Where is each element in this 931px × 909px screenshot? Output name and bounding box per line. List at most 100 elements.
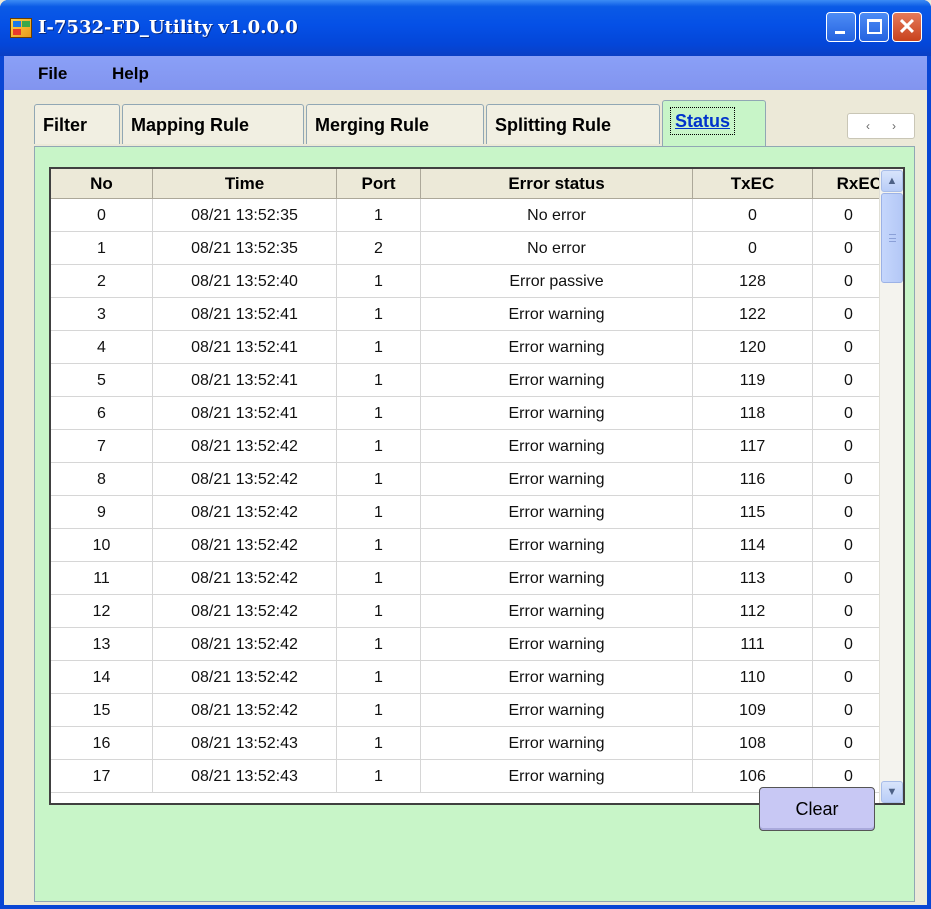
table-cell: 11 — [51, 562, 153, 595]
table-cell: 0 — [813, 397, 885, 430]
scroll-up-button[interactable]: ▲ — [881, 170, 903, 192]
table-cell: 08/21 13:52:35 — [153, 232, 337, 265]
table-row[interactable]: 3 08/21 13:52:41 1 Error warning 122 0 — [51, 298, 903, 331]
table-cell: 0 — [51, 199, 153, 232]
table-cell: Error warning — [421, 760, 693, 793]
table-cell: No error — [421, 199, 693, 232]
column-header-time[interactable]: Time — [153, 169, 337, 199]
table-cell: 0 — [813, 463, 885, 496]
table-cell: 112 — [693, 595, 813, 628]
table-cell: 0 — [813, 628, 885, 661]
vertical-scrollbar[interactable]: ▲ ▼ — [879, 169, 903, 803]
table-cell: 08/21 13:52:42 — [153, 694, 337, 727]
table-cell: 122 — [693, 298, 813, 331]
table-cell: 08/21 13:52:42 — [153, 562, 337, 595]
table-row[interactable]: 15 08/21 13:52:42 1 Error warning 109 0 — [51, 694, 903, 727]
table-cell: Error warning — [421, 562, 693, 595]
table-cell: 1 — [337, 397, 421, 430]
table-cell: 12 — [51, 595, 153, 628]
table-cell: 1 — [337, 595, 421, 628]
table-row[interactable]: 0 08/21 13:52:35 1 No error 0 0 — [51, 199, 903, 232]
table-cell: 0 — [813, 331, 885, 364]
minimize-button[interactable] — [826, 12, 856, 42]
table-cell: 8 — [51, 463, 153, 496]
scroll-thumb[interactable] — [881, 193, 903, 283]
client-area: File Help Filter Mapping Rule Merging Ru… — [4, 56, 927, 905]
status-tab-page: No Time Port Error status TxEC RxEC 0 08/… — [34, 146, 915, 902]
table-cell: 0 — [813, 595, 885, 628]
table-cell: 110 — [693, 661, 813, 694]
table-cell: Error warning — [421, 298, 693, 331]
table-cell: 7 — [51, 430, 153, 463]
table-cell: 4 — [51, 331, 153, 364]
table-cell: 108 — [693, 727, 813, 760]
table-row[interactable]: 12 08/21 13:52:42 1 Error warning 112 0 — [51, 595, 903, 628]
column-header-no[interactable]: No — [51, 169, 153, 199]
table-cell: 2 — [337, 232, 421, 265]
table-cell: 08/21 13:52:40 — [153, 265, 337, 298]
table-cell: 0 — [813, 364, 885, 397]
tab-status-label: Status — [669, 107, 736, 135]
table-cell: 0 — [813, 232, 885, 265]
table-cell: 15 — [51, 694, 153, 727]
title-bar[interactable]: I-7532-FD_Utility v1.0.0.0 ✕ — [0, 0, 931, 56]
table-cell: 0 — [813, 430, 885, 463]
tab-merging-rule[interactable]: Merging Rule — [306, 104, 484, 144]
table-cell: 08/21 13:52:42 — [153, 463, 337, 496]
column-header-port[interactable]: Port — [337, 169, 421, 199]
scroll-down-button[interactable]: ▼ — [881, 781, 903, 803]
table-cell: 08/21 13:52:42 — [153, 430, 337, 463]
table-row[interactable]: 4 08/21 13:52:41 1 Error warning 120 0 — [51, 331, 903, 364]
clear-button[interactable]: Clear — [759, 787, 875, 831]
table-row[interactable]: 16 08/21 13:52:43 1 Error warning 108 0 — [51, 727, 903, 760]
table-cell: Error passive — [421, 265, 693, 298]
table-row[interactable]: 13 08/21 13:52:42 1 Error warning 111 0 — [51, 628, 903, 661]
table-cell: 08/21 13:52:42 — [153, 496, 337, 529]
table-cell: Error warning — [421, 628, 693, 661]
table-row[interactable]: 8 08/21 13:52:42 1 Error warning 116 0 — [51, 463, 903, 496]
table-cell: 08/21 13:52:43 — [153, 760, 337, 793]
table-cell: Error warning — [421, 397, 693, 430]
table-cell: 1 — [337, 628, 421, 661]
table-cell: 0 — [813, 265, 885, 298]
table-cell: 1 — [337, 298, 421, 331]
close-button[interactable]: ✕ — [892, 12, 922, 42]
table-row[interactable]: 10 08/21 13:52:42 1 Error warning 114 0 — [51, 529, 903, 562]
grip-icon — [889, 234, 896, 242]
table-cell: Error warning — [421, 430, 693, 463]
table-cell: 116 — [693, 463, 813, 496]
chevron-left-icon[interactable]: ‹ — [866, 119, 870, 133]
table-row[interactable]: 5 08/21 13:52:41 1 Error warning 119 0 — [51, 364, 903, 397]
status-grid[interactable]: No Time Port Error status TxEC RxEC 0 08/… — [49, 167, 905, 805]
tab-status[interactable]: Status — [662, 100, 766, 146]
tab-splitting-rule[interactable]: Splitting Rule — [486, 104, 660, 144]
table-cell: 16 — [51, 727, 153, 760]
column-header-txec[interactable]: TxEC — [693, 169, 813, 199]
table-row[interactable]: 11 08/21 13:52:42 1 Error warning 113 0 — [51, 562, 903, 595]
chevron-right-icon[interactable]: › — [892, 119, 896, 133]
table-cell: 118 — [693, 397, 813, 430]
maximize-button[interactable] — [859, 12, 889, 42]
table-row[interactable]: 2 08/21 13:52:40 1 Error passive 128 0 — [51, 265, 903, 298]
menu-help[interactable]: Help — [112, 64, 149, 84]
table-row[interactable]: 1 08/21 13:52:35 2 No error 0 0 — [51, 232, 903, 265]
app-icon[interactable] — [10, 18, 32, 38]
table-cell: 128 — [693, 265, 813, 298]
table-cell: Error warning — [421, 694, 693, 727]
table-cell: 2 — [51, 265, 153, 298]
table-cell: 1 — [337, 496, 421, 529]
table-row[interactable]: 9 08/21 13:52:42 1 Error warning 115 0 — [51, 496, 903, 529]
tab-mapping-rule[interactable]: Mapping Rule — [122, 104, 304, 144]
table-cell: 0 — [813, 562, 885, 595]
table-row[interactable]: 14 08/21 13:52:42 1 Error warning 110 0 — [51, 661, 903, 694]
table-cell: Error warning — [421, 529, 693, 562]
menu-file[interactable]: File — [38, 64, 67, 84]
column-header-rxec[interactable]: RxEC — [813, 169, 885, 199]
tab-filter[interactable]: Filter — [34, 104, 120, 144]
table-row[interactable]: 7 08/21 13:52:42 1 Error warning 117 0 — [51, 430, 903, 463]
column-header-error-status[interactable]: Error status — [421, 169, 693, 199]
minimize-icon — [835, 31, 845, 34]
table-cell: 1 — [337, 760, 421, 793]
table-row[interactable]: 6 08/21 13:52:41 1 Error warning 118 0 — [51, 397, 903, 430]
table-cell: 1 — [337, 331, 421, 364]
